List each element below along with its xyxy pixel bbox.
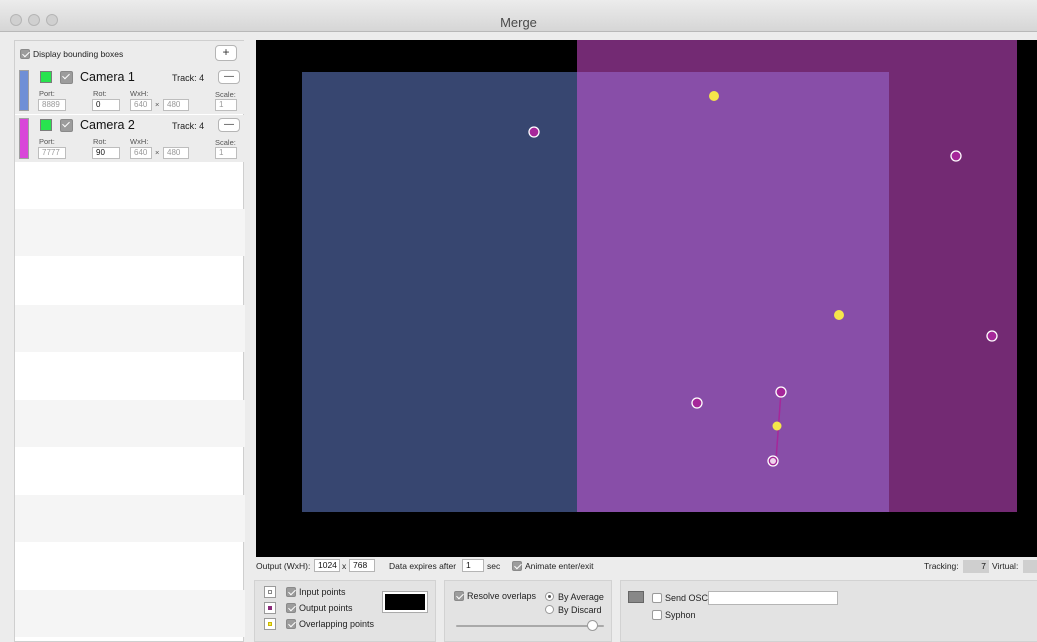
camera-row-1[interactable]: Camera 1 Track: 4 — Port: Rot: WxH: Scal… <box>15 67 245 114</box>
camera-list-header: Display bounding boxes + <box>15 41 245 67</box>
camera-1-times: × <box>155 100 160 109</box>
camera-2-scale-label: Scale: <box>215 138 236 147</box>
camera-2-port-field[interactable]: 7777 <box>38 147 66 159</box>
camera-list-panel: Display bounding boxes + Camera 1 Track:… <box>14 40 245 642</box>
camera-2-track: Track: 4 <box>172 121 205 131</box>
data-expires-label: Data expires after <box>389 561 457 571</box>
input-point <box>770 458 776 464</box>
output-point-swatch[interactable] <box>264 602 276 614</box>
camera-1-width-field[interactable]: 640 <box>130 99 152 111</box>
output-height-field[interactable]: 768 <box>349 559 375 572</box>
camera-row-2[interactable]: Camera 2 Track: 4 — Port: Rot: WxH: Scal… <box>15 115 245 162</box>
sec-label: sec <box>487 561 501 571</box>
camera-1-wxh-label: WxH: <box>130 89 149 98</box>
osc-color-well[interactable] <box>628 591 644 603</box>
camera-2-color-swatch[interactable] <box>40 119 52 131</box>
animate-enter-exit-checkbox[interactable] <box>512 561 522 571</box>
output-points-label: Output points <box>299 603 353 613</box>
virtual-count <box>1023 560 1037 573</box>
syphon-checkbox[interactable] <box>652 610 662 620</box>
camera-1-track: Track: 4 <box>172 73 205 83</box>
output-point <box>775 386 787 398</box>
camera-2-times: × <box>155 148 160 157</box>
output-width-field[interactable]: 1024 <box>314 559 340 572</box>
input-points-label: Input points <box>299 587 346 597</box>
virtual-label: Virtual: <box>992 561 1019 571</box>
overlap-point <box>834 310 844 320</box>
overlap-point-swatch[interactable] <box>264 618 276 630</box>
by-average-label: By Average <box>558 592 604 602</box>
camera-1-color-bar <box>19 70 29 111</box>
by-discard-radio[interactable] <box>545 605 554 614</box>
add-camera-button[interactable]: + <box>215 45 237 61</box>
camera-2-rot-label: Rot: <box>93 137 107 146</box>
camera-1-port-field[interactable]: 8889 <box>38 99 66 111</box>
overlap-panel: Resolve overlaps By Average By Discard <box>444 580 612 642</box>
camera-1-height-field[interactable]: 480 <box>163 99 189 111</box>
list-row-empty <box>15 495 245 542</box>
camera-2-height-field[interactable]: 480 <box>163 147 189 159</box>
output-point <box>528 126 540 138</box>
background-color-well[interactable] <box>382 591 428 613</box>
by-discard-label: By Discard <box>558 605 602 615</box>
camera-2-rot-field[interactable]: 90 <box>92 147 120 159</box>
camera-2-width-field[interactable]: 640 <box>130 147 152 159</box>
overlap-point <box>772 421 782 431</box>
osc-panel: Send OSC Syphon <box>620 580 1037 642</box>
title-bar: Merge <box>0 0 1037 32</box>
animate-enter-exit-label: Animate enter/exit <box>525 561 594 571</box>
camera-1-name: Camera 1 <box>80 70 135 84</box>
overlapping-points-checkbox[interactable] <box>286 619 296 629</box>
send-osc-label: Send OSC <box>665 593 709 603</box>
camera-1-rot-label: Rot: <box>93 89 107 98</box>
camera-2-port-label: Port: <box>39 137 55 146</box>
overlap-slider-knob[interactable] <box>587 620 599 631</box>
input-point-swatch[interactable] <box>264 586 276 598</box>
output-size-label: Output (WxH): <box>256 561 311 571</box>
output-settings-bar: Output (WxH): 1024 x 768 Data expires af… <box>256 557 1037 577</box>
display-bounding-boxes-checkbox[interactable] <box>20 49 30 59</box>
camera-2-scale-field[interactable]: 1 <box>215 147 237 159</box>
camera-2-enable-checkbox[interactable] <box>60 119 73 132</box>
list-row-empty <box>15 305 245 352</box>
tracking-canvas[interactable] <box>256 40 1037 557</box>
syphon-label: Syphon <box>665 610 696 620</box>
resolve-overlaps-label: Resolve overlaps <box>467 591 537 601</box>
list-row-empty <box>15 590 245 637</box>
legend-panel: Input points Output points Overlapping p… <box>254 580 436 642</box>
tracking-count: 7 <box>963 560 989 573</box>
overlap-slider-track[interactable] <box>456 625 604 627</box>
camera-1-scale-label: Scale: <box>215 90 236 99</box>
camera-2-wxh-label: WxH: <box>130 137 149 146</box>
camera-1-remove-button[interactable]: — <box>218 70 240 84</box>
osc-address-field[interactable] <box>708 591 838 605</box>
list-row-empty <box>15 400 245 447</box>
camera-2-color-bar <box>19 118 29 159</box>
points-layer <box>528 91 998 467</box>
camera-1-enable-checkbox[interactable] <box>60 71 73 84</box>
output-points-checkbox[interactable] <box>286 603 296 613</box>
output-x-label: x <box>342 561 347 571</box>
data-expires-field[interactable]: 1 <box>462 559 484 572</box>
input-points-checkbox[interactable] <box>286 587 296 597</box>
by-average-radio[interactable] <box>545 592 554 601</box>
overlap-point <box>709 91 719 101</box>
camera-1-scale-field[interactable]: 1 <box>215 99 237 111</box>
resolve-overlaps-checkbox[interactable] <box>454 591 464 601</box>
camera-2-name: Camera 2 <box>80 118 135 132</box>
overlapping-points-label: Overlapping points <box>299 619 375 629</box>
camera-1-color-swatch[interactable] <box>40 71 52 83</box>
output-point <box>986 330 998 342</box>
output-point <box>950 150 962 162</box>
camera-2-remove-button[interactable]: — <box>218 118 240 132</box>
camera-1-port-label: Port: <box>39 89 55 98</box>
display-bounding-boxes-label: Display bounding boxes <box>33 49 124 59</box>
tracking-label: Tracking: <box>924 561 959 571</box>
window-title: Merge <box>500 15 537 30</box>
send-osc-checkbox[interactable] <box>652 593 662 603</box>
list-row-empty <box>15 209 245 256</box>
output-point <box>691 397 703 409</box>
camera-1-rot-field[interactable]: 0 <box>92 99 120 111</box>
